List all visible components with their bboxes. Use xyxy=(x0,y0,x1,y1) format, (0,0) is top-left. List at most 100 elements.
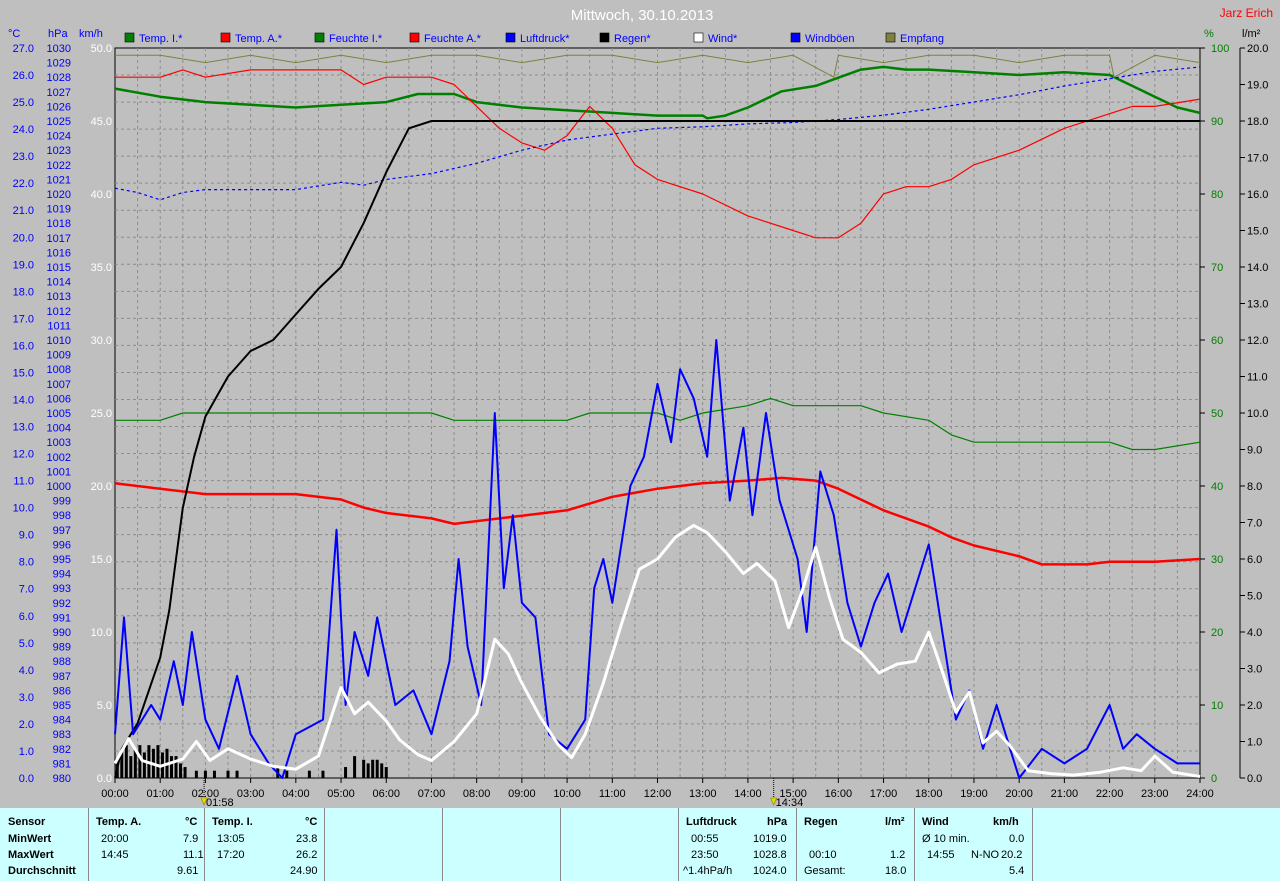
summary-temp-i-col: Temp. I. °C 13:05 23.8 17:20 26.2 24.90 xyxy=(204,808,325,881)
rain-bar xyxy=(235,770,239,778)
pressure-tick-label: 981 xyxy=(53,758,71,770)
hpa-unit: hPa xyxy=(48,28,68,40)
pressure-tick-label: 1022 xyxy=(47,160,71,172)
x-tick-label: 08:00 xyxy=(463,788,491,800)
pressure-tick-label: 986 xyxy=(53,685,71,697)
humidity-tick-label: 80 xyxy=(1211,189,1223,201)
x-tick-label: 22:00 xyxy=(1096,788,1124,800)
temp-tick-label: 14.0 xyxy=(13,394,34,406)
rain-tick-label: 8.0 xyxy=(1247,481,1262,493)
wind-avg10: 0.0 xyxy=(1009,833,1025,845)
temp-tick-label: 10.0 xyxy=(13,503,34,515)
rain-bar xyxy=(129,756,133,778)
pressure-tick-label: 989 xyxy=(53,642,71,654)
wind-tick-label: 20.0 xyxy=(91,481,112,493)
temp-tick-label: 22.0 xyxy=(13,178,34,190)
pressure-tick-label: 995 xyxy=(53,554,71,566)
pressure-tick-label: 1008 xyxy=(47,364,71,376)
rain-unit: l/m² xyxy=(885,816,905,828)
temp-tick-label: 0.0 xyxy=(19,773,34,785)
temp-tick-label: 18.0 xyxy=(13,286,34,298)
rain-tick-label: 20.0 xyxy=(1247,43,1268,55)
rain-bar xyxy=(375,759,379,778)
legend-swatch xyxy=(314,32,325,43)
pressure-tick-label: 1003 xyxy=(47,437,71,449)
rain-bar xyxy=(371,759,375,778)
wind-max-time: 14:55 xyxy=(927,849,955,861)
wind-tick-label: 45.0 xyxy=(91,116,112,128)
x-tick-label: 00:00 xyxy=(101,788,129,800)
temp-tick-label: 19.0 xyxy=(13,259,34,271)
x-tick-label: 23:00 xyxy=(1141,788,1169,800)
temp-tick-label: 27.0 xyxy=(13,43,34,55)
pressure-min-time: 00:55 xyxy=(691,833,719,845)
rain-header: Regen xyxy=(804,816,838,828)
pressure-min-val: 1019.0 xyxy=(753,833,787,845)
wind-tick-label: 5.0 xyxy=(97,700,112,712)
summary-empty-col-1 xyxy=(324,808,443,881)
temp-i-avg: 24.90 xyxy=(290,865,318,877)
pressure-tick-label: 1019 xyxy=(47,204,71,216)
rain-bar xyxy=(384,767,388,778)
temp-tick-label: 11.0 xyxy=(13,476,34,488)
humidity-tick-label: 10 xyxy=(1211,700,1223,712)
marker-label: 01:58 xyxy=(206,797,234,808)
temp-tick-label: 4.0 xyxy=(19,665,34,677)
rain-tick-label: 3.0 xyxy=(1247,664,1262,676)
temp-a-max-time: 14:45 xyxy=(101,849,129,861)
pressure-tick-label: 992 xyxy=(53,598,71,610)
legend-label: Wind* xyxy=(708,33,738,45)
pressure-tick-label: 1020 xyxy=(47,189,71,201)
celsius-unit: °C xyxy=(8,28,20,40)
row-max-label: MaxWert xyxy=(8,849,54,861)
legend-label: Temp. I.* xyxy=(139,33,183,45)
pressure-tick-label: 1027 xyxy=(47,87,71,99)
pressure-tick-label: 1029 xyxy=(47,58,71,70)
rain-tick-label: 9.0 xyxy=(1247,445,1262,457)
rain-bar xyxy=(307,770,311,778)
humidity-tick-label: 40 xyxy=(1211,481,1223,493)
pressure-tick-label: 997 xyxy=(53,525,71,537)
temp-a-min-val: 7.9 xyxy=(183,833,199,845)
temp-tick-label: 16.0 xyxy=(13,340,34,352)
legend-swatch xyxy=(124,32,135,43)
humidity-tick-label: 50 xyxy=(1211,408,1223,420)
pressure-tick-label: 1017 xyxy=(47,233,71,245)
rain-tick-label: 19.0 xyxy=(1247,80,1268,92)
rain-bar xyxy=(124,745,128,778)
x-tick-label: 03:00 xyxy=(237,788,265,800)
pressure-tick-label: 1002 xyxy=(47,452,71,464)
legend-label: Regen* xyxy=(614,33,651,45)
legend-swatch xyxy=(790,32,801,43)
rain-bar xyxy=(380,763,384,778)
rain-tick-label: 16.0 xyxy=(1247,189,1268,201)
temp-a-avg: 9.61 xyxy=(177,865,199,877)
x-tick-label: 24:00 xyxy=(1186,788,1214,800)
wind-tick-label: 0.0 xyxy=(97,773,112,785)
marker-label: 14:34 xyxy=(776,797,804,808)
rain-val: 1.2 xyxy=(890,849,906,861)
pressure-tick-label: 994 xyxy=(53,569,71,581)
pressure-max-val: 1028.8 xyxy=(753,849,787,861)
rain-bar xyxy=(226,770,230,778)
summary-empty-col-2 xyxy=(442,808,561,881)
legend-swatch xyxy=(409,32,420,43)
x-tick-label: 19:00 xyxy=(960,788,988,800)
rain-bar xyxy=(285,770,289,778)
pressure-tick-label: 1014 xyxy=(47,277,71,289)
wind-header: Wind xyxy=(922,816,949,828)
pressure-tick-label: 1024 xyxy=(47,131,71,143)
temp-tick-label: 3.0 xyxy=(19,692,34,704)
rain-bar xyxy=(183,767,187,778)
row-avg-label: Durchschnitt xyxy=(8,865,76,877)
x-tick-label: 04:00 xyxy=(282,788,310,800)
legend-swatch xyxy=(885,32,896,43)
x-tick-label: 20:00 xyxy=(1005,788,1033,800)
temp-i-unit: °C xyxy=(305,816,318,828)
rain-tick-label: 13.0 xyxy=(1247,299,1268,311)
humidity-tick-label: 90 xyxy=(1211,116,1223,128)
rain-bar xyxy=(212,770,216,778)
rain-tick-label: 12.0 xyxy=(1247,335,1268,347)
pressure-tick-label: 1006 xyxy=(47,393,71,405)
lm2-unit: l/m² xyxy=(1242,28,1261,40)
